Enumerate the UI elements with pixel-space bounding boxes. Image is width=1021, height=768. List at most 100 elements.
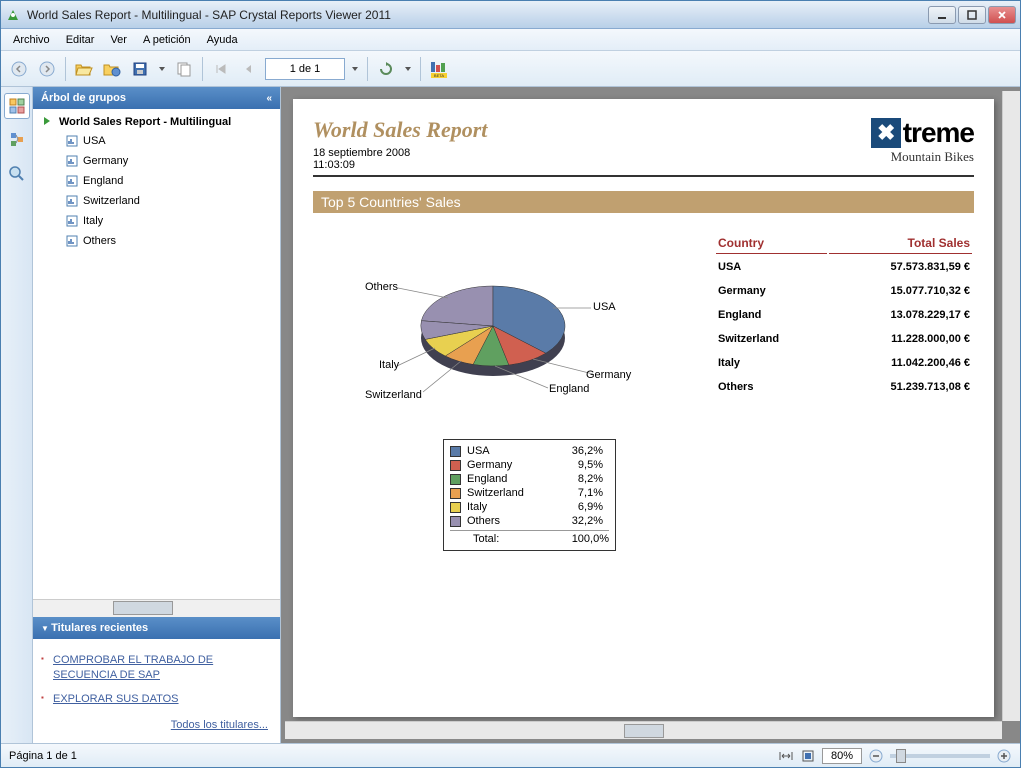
legend-row: Others32,2% bbox=[450, 514, 609, 528]
table-row: USA57.573.831,59 € bbox=[716, 256, 972, 278]
page-dropdown[interactable] bbox=[349, 65, 361, 73]
first-page-button[interactable] bbox=[209, 57, 233, 81]
tree-item-label: England bbox=[83, 175, 123, 187]
pie-label-switzerland: Switzerland bbox=[365, 389, 422, 401]
chart-column: USA Germany England Switzerland Italy Ot… bbox=[313, 231, 690, 431]
menu-ayuda[interactable]: Ayuda bbox=[199, 32, 246, 48]
minimize-button[interactable] bbox=[928, 6, 956, 24]
tree-item-england[interactable]: England bbox=[37, 171, 276, 191]
header-sales: Total Sales bbox=[829, 233, 972, 254]
scrollbar-thumb[interactable] bbox=[624, 724, 664, 738]
recent-link-1[interactable]: COMPROBAR EL TRABAJO DE SECUENCIA DE SAP bbox=[41, 649, 272, 688]
status-page: Página 1 de 1 bbox=[9, 750, 77, 762]
table-row: Germany15.077.710,32 € bbox=[716, 280, 972, 302]
zoom-level[interactable]: 80% bbox=[822, 748, 862, 764]
tree-item-label: Italy bbox=[83, 215, 103, 227]
table-row: England13.078.229,17 € bbox=[716, 304, 972, 326]
menu-editar[interactable]: Editar bbox=[58, 32, 103, 48]
report-icon bbox=[65, 234, 79, 248]
chart-legend: USA36,2% Germany9,5% England8,2% Switzer… bbox=[443, 439, 616, 551]
rail-find-button[interactable] bbox=[4, 161, 30, 187]
logo: ✖ treme Mountain Bikes bbox=[871, 117, 974, 165]
group-tree-title: Árbol de grupos bbox=[41, 92, 126, 104]
legend-row: USA36,2% bbox=[450, 444, 609, 458]
vertical-scrollbar[interactable] bbox=[1002, 91, 1020, 721]
open-button[interactable] bbox=[72, 57, 96, 81]
recent-link-2[interactable]: EXPLORAR SUS DATOS bbox=[41, 688, 272, 711]
recent-body: COMPROBAR EL TRABAJO DE SECUENCIA DE SAP… bbox=[33, 639, 280, 743]
legend-total: Total:100,0% bbox=[450, 530, 609, 546]
rail-group-tree-button[interactable] bbox=[4, 93, 30, 119]
toolbar: BETA bbox=[1, 51, 1020, 87]
table-row: Italy11.042.200,46 € bbox=[716, 352, 972, 374]
separator bbox=[65, 57, 66, 81]
collapse-icon[interactable]: « bbox=[266, 93, 272, 104]
tree-horizontal-scrollbar[interactable] bbox=[33, 599, 280, 617]
content-area: Árbol de grupos « World Sales Report - M… bbox=[1, 87, 1020, 743]
group-tree-header: Árbol de grupos « bbox=[33, 87, 280, 109]
refresh-button[interactable] bbox=[374, 57, 398, 81]
titlebar[interactable]: World Sales Report - Multilingual - SAP … bbox=[1, 1, 1020, 29]
app-window: World Sales Report - Multilingual - SAP … bbox=[0, 0, 1021, 768]
report-title: World Sales Report bbox=[313, 117, 487, 143]
scrollbar-thumb[interactable] bbox=[113, 601, 173, 615]
tree-root[interactable]: World Sales Report - Multilingual bbox=[37, 113, 276, 131]
tree-item-usa[interactable]: USA bbox=[37, 131, 276, 151]
page-input[interactable] bbox=[265, 58, 345, 80]
tree-item-italy[interactable]: Italy bbox=[37, 211, 276, 231]
svg-text:BETA: BETA bbox=[434, 73, 444, 78]
fit-width-icon[interactable] bbox=[778, 748, 794, 764]
copy-button[interactable] bbox=[172, 57, 196, 81]
report-time: 11:03:09 bbox=[313, 159, 487, 171]
app-icon bbox=[5, 7, 21, 23]
legend-row: Germany9,5% bbox=[450, 458, 609, 472]
tree-item-label: Switzerland bbox=[83, 195, 140, 207]
zoom-slider-thumb[interactable] bbox=[896, 749, 906, 763]
tree-item-others[interactable]: Others bbox=[37, 231, 276, 251]
close-button[interactable] bbox=[988, 6, 1016, 24]
all-headlines-link[interactable]: Todos los titulares... bbox=[41, 711, 272, 735]
legend-swatch bbox=[450, 446, 461, 457]
report-icon bbox=[65, 214, 79, 228]
maximize-button[interactable] bbox=[958, 6, 986, 24]
tree-item-germany[interactable]: Germany bbox=[37, 151, 276, 171]
report-viewport: World Sales Report 18 septiembre 2008 11… bbox=[281, 87, 1020, 743]
legend-swatch bbox=[450, 488, 461, 499]
refresh-dropdown[interactable] bbox=[402, 65, 414, 73]
legend-swatch bbox=[450, 474, 461, 485]
tree-item-switzerland[interactable]: Switzerland bbox=[37, 191, 276, 211]
zoom-slider[interactable] bbox=[890, 754, 990, 758]
save-button[interactable] bbox=[128, 57, 152, 81]
zoom-out-button[interactable] bbox=[868, 748, 884, 764]
open-recent-button[interactable] bbox=[100, 57, 124, 81]
menu-ver[interactable]: Ver bbox=[102, 32, 135, 48]
pie-label-italy: Italy bbox=[379, 359, 399, 371]
chart-row: USA Germany England Switzerland Italy Ot… bbox=[313, 231, 974, 431]
tree-item-label: Others bbox=[83, 235, 116, 247]
menu-apeticion[interactable]: A petición bbox=[135, 32, 199, 48]
table-row: Switzerland11.228.000,00 € bbox=[716, 328, 972, 350]
horizontal-scrollbar[interactable] bbox=[285, 721, 1002, 739]
save-dropdown[interactable] bbox=[156, 65, 168, 73]
separator bbox=[367, 57, 368, 81]
tree-root-label: World Sales Report - Multilingual bbox=[59, 116, 231, 128]
beta-button[interactable]: BETA bbox=[427, 57, 451, 81]
report-page: World Sales Report 18 septiembre 2008 11… bbox=[293, 99, 994, 717]
window-controls bbox=[928, 6, 1016, 24]
header-country: Country bbox=[716, 233, 827, 254]
legend-swatch bbox=[450, 460, 461, 471]
menu-archivo[interactable]: Archivo bbox=[5, 32, 58, 48]
nav-back-button[interactable] bbox=[7, 57, 31, 81]
pie-label-others: Others bbox=[365, 281, 398, 293]
rail-parameters-button[interactable] bbox=[4, 127, 30, 153]
table-row: Others51.239.713,08 € bbox=[716, 376, 972, 398]
report-icon bbox=[65, 194, 79, 208]
group-tree[interactable]: World Sales Report - Multilingual USA Ge… bbox=[33, 109, 280, 599]
zoom-in-button[interactable] bbox=[996, 748, 1012, 764]
menubar: Archivo Editar Ver A petición Ayuda bbox=[1, 29, 1020, 51]
left-rail bbox=[1, 87, 33, 743]
recent-header[interactable]: ▼ Titulares recientes bbox=[33, 617, 280, 639]
fit-page-icon[interactable] bbox=[800, 748, 816, 764]
nav-forward-button[interactable] bbox=[35, 57, 59, 81]
prev-page-button[interactable] bbox=[237, 57, 261, 81]
